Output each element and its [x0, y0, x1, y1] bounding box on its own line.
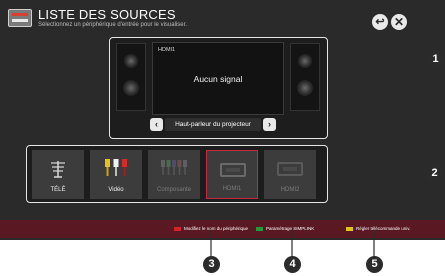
- page-subtitle: Sélectionnez un périphérique d'entrée po…: [38, 22, 187, 28]
- yellow-key-icon: [346, 226, 353, 231]
- hint-label: Régler télécommande univ.: [356, 226, 411, 231]
- hint-universal-remote[interactable]: Régler télécommande univ.: [346, 226, 410, 231]
- source-tile-component[interactable]: Composante: [148, 150, 200, 199]
- signal-status: Aucun signal: [193, 74, 243, 84]
- right-speaker-icon: [290, 43, 320, 111]
- source-tile-video[interactable]: Vidéo: [90, 150, 142, 199]
- source-tile-tv[interactable]: TÉLÉ: [32, 150, 84, 199]
- callout-5: 5: [366, 256, 383, 273]
- source-label: Vidéo: [108, 187, 124, 193]
- input-source-icon: [8, 9, 32, 27]
- source-tile-hdmi1[interactable]: HDMI1: [206, 150, 258, 199]
- component-icon: [161, 160, 187, 175]
- speaker-output-label: Haut-parleur du projecteur: [165, 118, 261, 131]
- close-button[interactable]: ✕: [391, 14, 407, 30]
- hint-label: Paramétrage SIMPLINK: [266, 226, 315, 231]
- green-key-icon: [256, 226, 263, 231]
- source-label: TÉLÉ: [50, 187, 66, 193]
- callout-2: 2: [426, 165, 443, 182]
- hdmi-icon: [220, 163, 246, 177]
- source-label: HDMI1: [222, 186, 242, 192]
- source-list-screen: LISTE DES SOURCES Sélectionnez un périph…: [0, 0, 445, 240]
- speaker-selector: ‹ Haut-parleur du projecteur ›: [150, 118, 276, 131]
- source-list: TÉLÉ Vidéo Composante HDMI1 HDMI2: [26, 145, 328, 203]
- back-button[interactable]: ↩: [372, 14, 388, 30]
- preview-panel: HDMI1 Aucun signal ‹ Haut-parleur du pro…: [109, 37, 328, 139]
- hint-simplink[interactable]: Paramétrage SIMPLINK: [256, 226, 314, 231]
- rca-icon: [105, 159, 127, 176]
- callout-3: 3: [203, 256, 220, 273]
- callout-1: 1: [427, 51, 444, 68]
- preview-screen: HDMI1 Aucun signal: [152, 42, 284, 115]
- source-tile-hdmi2[interactable]: HDMI2: [264, 150, 316, 199]
- red-key-icon: [174, 226, 181, 231]
- hint-rename-device[interactable]: Modifiez le nom du périphérique: [174, 226, 248, 231]
- chevron-left-icon[interactable]: ‹: [150, 118, 163, 131]
- hint-label: Modifiez le nom du périphérique: [184, 226, 249, 231]
- source-label: HDMI2: [280, 187, 300, 193]
- page-title: LISTE DES SOURCES: [38, 7, 176, 22]
- chevron-right-icon[interactable]: ›: [263, 118, 276, 131]
- preview-input-name: HDMI1: [158, 47, 176, 53]
- hdmi-icon: [277, 162, 303, 176]
- callout-4: 4: [284, 256, 301, 273]
- left-speaker-icon: [116, 43, 146, 111]
- antenna-icon: [51, 161, 65, 178]
- color-key-bar: Modifiez le nom du périphérique Paramétr…: [0, 220, 445, 238]
- source-label: Composante: [156, 187, 192, 193]
